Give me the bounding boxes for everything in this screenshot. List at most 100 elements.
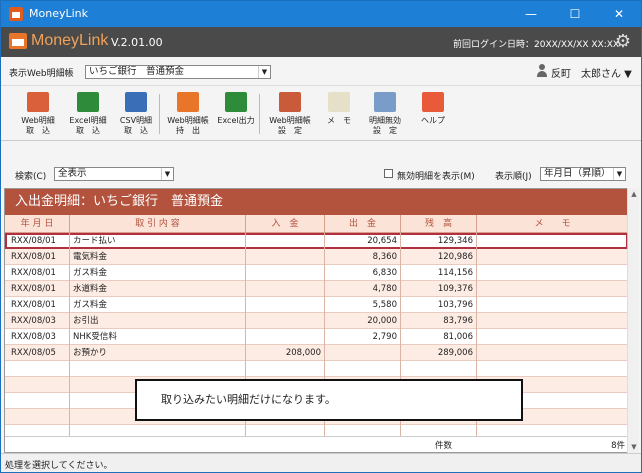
toolbar-label: 明細無効 <box>369 116 401 125</box>
table-row[interactable]: RXX/08/05 お預かり 208,000 289,006 <box>5 345 628 361</box>
cell-in <box>246 313 325 329</box>
minimize-button[interactable]: — <box>509 1 553 27</box>
table-row[interactable]: RXX/08/01 電気料金 8,360 120,986 <box>5 249 628 265</box>
toolbar-label: Web明細帳 <box>167 116 209 125</box>
column-withdrawal[interactable]: 出 金 <box>325 215 401 233</box>
toolbar: Web明細取 込 Excel明細取 込 CSV明細取 込 Web明細帳持 出 Excel… <box>1 85 641 141</box>
cell-desc: 電気料金 <box>70 249 246 265</box>
web-settings-button[interactable]: Web明細帳設 定 <box>265 90 315 138</box>
import-excel-button[interactable]: Excel明細取 込 <box>65 90 111 138</box>
cell-bal: 109,376 <box>401 281 477 297</box>
cell-bal: 289,006 <box>401 345 477 361</box>
table-footer: 件数 8件 <box>5 436 628 452</box>
app-logo: MoneyLink <box>31 32 109 49</box>
annotation-callout: 取り込みたい明細だけになります。 <box>135 379 523 421</box>
excel-output-icon <box>225 92 247 112</box>
cell-out: 20,654 <box>325 233 401 249</box>
close-button[interactable]: ✕ <box>597 1 641 27</box>
table-row[interactable]: RXX/08/01 ガス料金 6,830 114,156 <box>5 265 628 281</box>
toolbar-label: CSV明細 <box>119 116 153 125</box>
toolbar-label: Excel出力 <box>217 116 255 125</box>
cell-bal: 114,156 <box>401 265 477 281</box>
cell-memo <box>477 233 628 249</box>
invalidate-button[interactable]: 明細無効設 定 <box>363 90 407 138</box>
status-text: 処理を選択してください。 <box>5 461 113 471</box>
last-login-label: 前回ログイン日時：20XX/XX/XX XX:XX <box>453 40 620 50</box>
statement-selector-value: いちご銀行 普通預金 <box>89 66 185 77</box>
cell-memo <box>477 297 628 313</box>
cell-in <box>246 329 325 345</box>
show-invalid-checkbox[interactable] <box>384 169 393 178</box>
cell-out: 2,790 <box>325 329 401 345</box>
gear-icon[interactable]: ⚙ <box>613 32 633 52</box>
table-row[interactable]: RXX/08/03 NHK受信料 2,790 81,006 <box>5 329 628 345</box>
cell-in <box>246 281 325 297</box>
show-invalid-label: 無効明細を表示(M) <box>397 172 475 182</box>
count-value: 8件 <box>611 441 625 451</box>
help-button[interactable]: ヘルプ <box>411 90 455 138</box>
cell-date: RXX/08/03 <box>5 329 70 345</box>
cell-desc: ガス料金 <box>70 297 246 313</box>
column-date[interactable]: 年 月 日 <box>5 215 70 233</box>
memo-button[interactable]: メ モ <box>319 90 359 138</box>
table-row[interactable]: RXX/08/01 カード払い 20,654 129,346 <box>5 233 628 249</box>
cell-bal: 83,796 <box>401 313 477 329</box>
toolbar-label: 取 込 <box>26 126 50 135</box>
toolbar-label: 持 出 <box>176 126 200 135</box>
cell-date: RXX/08/01 <box>5 297 70 313</box>
scroll-up-icon[interactable]: ▲ <box>628 188 640 200</box>
vertical-scrollbar[interactable]: ▲ ▼ <box>627 188 639 453</box>
column-balance[interactable]: 残 高 <box>401 215 477 233</box>
cell-date <box>5 393 70 409</box>
app-icon <box>9 7 23 21</box>
order-label: 表示順(J) <box>495 172 532 182</box>
search-select[interactable]: 全表示 ▼ <box>54 167 174 181</box>
import-csv-button[interactable]: CSV明細取 込 <box>113 90 159 138</box>
version-label: V.2.01.00 <box>111 36 163 49</box>
order-select[interactable]: 年月日（昇順） ▼ <box>540 167 626 181</box>
app-window: MoneyLink — ☐ ✕ MoneyLink V.2.01.00 前回ログ… <box>0 0 642 473</box>
toolbar-separator <box>159 94 160 134</box>
table-row[interactable] <box>5 361 628 377</box>
lifebuoy-icon <box>422 92 444 112</box>
toolbar-label: 設 定 <box>373 126 397 135</box>
cell-desc: お預かり <box>70 345 246 361</box>
cell-out <box>325 345 401 361</box>
cell-memo <box>477 329 628 345</box>
excel-icon <box>77 92 99 112</box>
cell-memo <box>477 265 628 281</box>
import-web-button[interactable]: Web明細取 込 <box>15 90 61 138</box>
table-row[interactable]: RXX/08/03 お引出 20,000 83,796 <box>5 313 628 329</box>
cell-date <box>5 377 70 393</box>
excel-output-button[interactable]: Excel出力 <box>211 90 261 138</box>
cell-memo <box>477 249 628 265</box>
export-web-button[interactable]: Web明細帳持 出 <box>165 90 211 138</box>
toolbar-separator <box>259 94 260 134</box>
bank-logo-icon <box>9 33 27 49</box>
cell-in <box>246 249 325 265</box>
csv-icon <box>125 92 147 112</box>
table-row[interactable]: RXX/08/01 水道料金 4,780 109,376 <box>5 281 628 297</box>
window-title: MoneyLink <box>29 7 88 20</box>
cell-out <box>325 361 401 377</box>
cell-memo <box>477 361 628 377</box>
search-label: 検索(C) <box>15 172 47 182</box>
maximize-button[interactable]: ☐ <box>553 1 597 27</box>
statement-selector[interactable]: いちご銀行 普通預金 ▼ <box>85 65 271 79</box>
user-icon <box>536 64 548 78</box>
user-menu[interactable]: 反町 太郎さん ▼ <box>551 65 632 80</box>
table-row[interactable]: RXX/08/01 ガス料金 5,580 103,796 <box>5 297 628 313</box>
scroll-down-icon[interactable]: ▼ <box>628 441 640 453</box>
cell-bal: 81,006 <box>401 329 477 345</box>
cell-desc: 水道料金 <box>70 281 246 297</box>
cell-in <box>246 233 325 249</box>
column-deposit[interactable]: 入 金 <box>246 215 325 233</box>
column-description[interactable]: 取 引 内 容 <box>70 215 246 233</box>
web-statement-icon <box>27 92 49 112</box>
cell-bal: 103,796 <box>401 297 477 313</box>
cell-date <box>5 409 70 425</box>
toolbar-label: メ モ <box>327 116 351 125</box>
cell-in <box>246 361 325 377</box>
column-memo[interactable]: メ モ <box>477 215 628 233</box>
cell-memo <box>477 345 628 361</box>
